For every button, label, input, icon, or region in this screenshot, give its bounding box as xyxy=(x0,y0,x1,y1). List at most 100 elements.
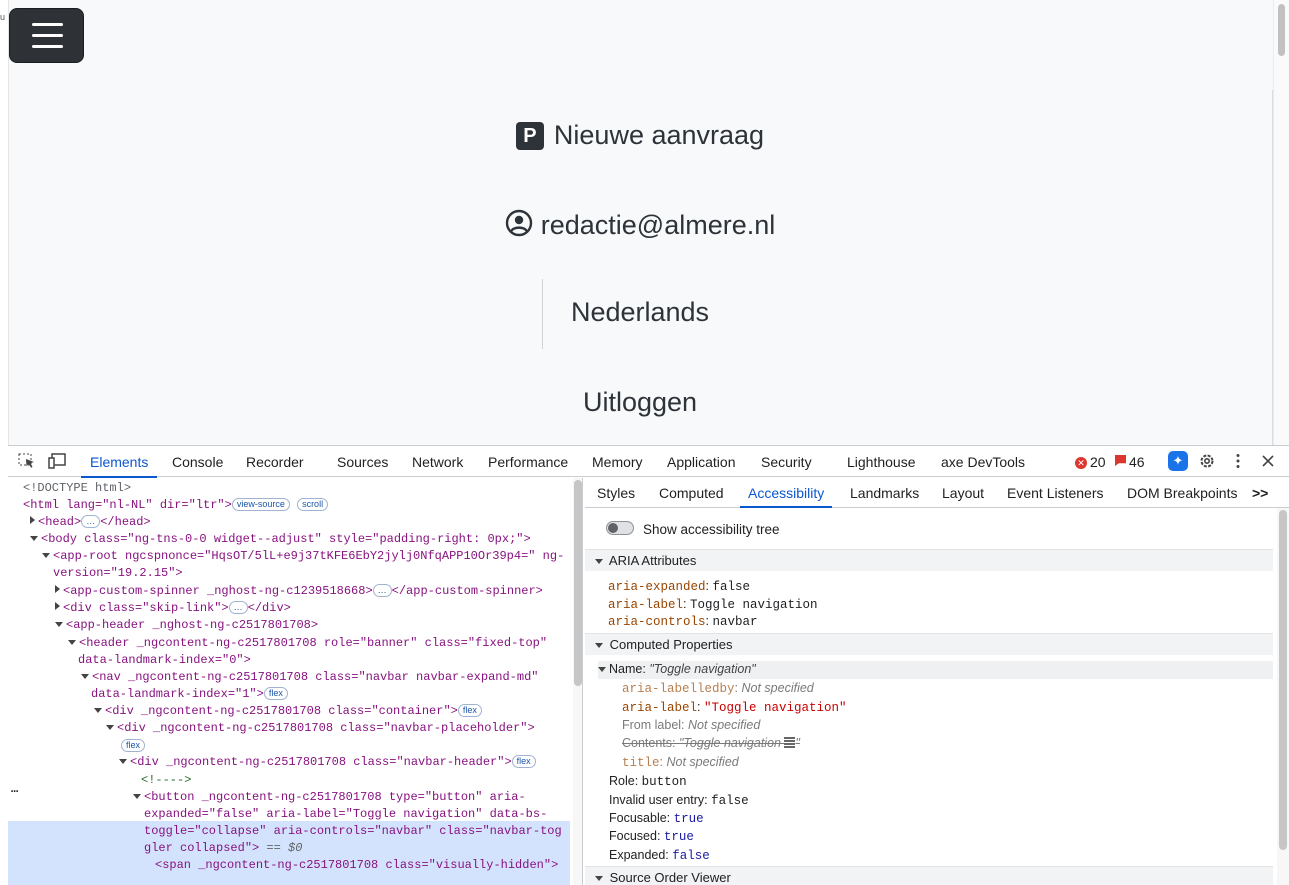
user-email-label: redactie@almere.nl xyxy=(540,210,776,240)
collapse-arrow-icon[interactable] xyxy=(55,622,63,627)
dom-node-navbar-header[interactable]: <div _ngcontent-ng-c2517801708 class="na… xyxy=(119,754,536,771)
flex-pill[interactable]: flex xyxy=(263,687,288,700)
aria-controls-row: aria-controls: navbar xyxy=(608,614,758,629)
source-order-viewer-header[interactable]: Source Order Viewer xyxy=(585,866,1273,885)
collapse-arrow-icon[interactable] xyxy=(42,553,50,558)
settings-gear-icon[interactable] xyxy=(1198,452,1216,468)
scroll-pill[interactable]: scroll xyxy=(297,498,329,511)
tab-axe-devtools[interactable]: axe DevTools xyxy=(941,454,1025,470)
tab-security[interactable]: Security xyxy=(761,454,812,470)
dom-node-button-cont3[interactable]: gler collapsed"> == $0 xyxy=(144,840,302,857)
user-account-link[interactable]: redactie@almere.nl xyxy=(0,209,1280,244)
tab-dom-breakpoints[interactable]: DOM Breakpoints xyxy=(1127,485,1237,501)
dom-node-app-root-cont[interactable]: version="19.2.15"> xyxy=(53,565,183,582)
dom-node-body[interactable]: <body class="ng-tns-0-0 widget--adjust" … xyxy=(30,531,531,548)
tab-console[interactable]: Console xyxy=(172,454,223,470)
computed-properties-header[interactable]: Computed Properties xyxy=(585,633,1273,655)
side-pane-scrollbar-thumb[interactable] xyxy=(1279,510,1287,850)
source-order-viewer-title: Source Order Viewer xyxy=(609,870,731,885)
ellipsis-pill[interactable]: … xyxy=(372,584,392,597)
flex-pill[interactable]: flex xyxy=(121,739,146,752)
page-scrollbar[interactable] xyxy=(1273,0,1289,445)
language-link[interactable]: Nederlands xyxy=(0,297,1280,328)
page-scrollbar-thumb[interactable] xyxy=(1278,4,1285,56)
collapse-arrow-icon[interactable] xyxy=(133,794,141,799)
close-icon[interactable] xyxy=(1259,452,1277,468)
invalid-entry-row: Invalid user entry: false xyxy=(609,793,749,808)
toggle-navigation-button[interactable] xyxy=(9,8,84,63)
elements-scrollbar-thumb[interactable] xyxy=(574,480,582,686)
text-node-icon xyxy=(784,737,796,748)
dom-node-spinner[interactable]: <app-custom-spinner _nghost-ng-c12395186… xyxy=(55,583,543,600)
dom-node-container[interactable]: <div _ngcontent-ng-c2517801708 class="co… xyxy=(94,703,482,720)
tab-recorder[interactable]: Recorder xyxy=(246,454,304,470)
more-tabs-chevron-icon[interactable]: >> xyxy=(1252,485,1268,501)
dom-node-span[interactable]: <span _ngcontent-ng-c2517801708 class="v… xyxy=(155,857,558,874)
flex-pill[interactable]: flex xyxy=(511,755,536,768)
collapse-arrow-icon[interactable] xyxy=(81,674,89,679)
collapse-arrow-icon[interactable] xyxy=(94,708,102,713)
inspect-element-icon[interactable] xyxy=(18,453,36,469)
collapse-arrow-icon[interactable] xyxy=(68,640,76,645)
flex-pill[interactable]: flex xyxy=(457,704,482,717)
tab-styles[interactable]: Styles xyxy=(597,485,635,501)
dom-node-html[interactable]: <html lang="nl-NL" dir="ltr"> view-source… xyxy=(23,497,329,514)
side-pane-scrollbar[interactable] xyxy=(1277,508,1289,885)
dom-node-button-cont1[interactable]: expanded="false" aria-label="Toggle navi… xyxy=(144,806,547,823)
show-accessibility-tree-label: Show accessibility tree xyxy=(643,522,780,537)
dom-node-placeholder[interactable]: <div _ngcontent-ng-c2517801708 class="na… xyxy=(106,720,535,737)
expand-arrow-icon[interactable] xyxy=(30,516,35,524)
dom-node-app-root[interactable]: <app-root ngcspnonce="HqsOT/5lL+e9j37tKF… xyxy=(42,548,564,565)
page-viewport: u P Nieuwe aanvraag redactie@almere.nl Ne… xyxy=(0,0,1289,445)
tab-sources[interactable]: Sources xyxy=(337,454,388,470)
ellipsis-pill[interactable]: … xyxy=(81,515,101,528)
tab-accessibility[interactable]: Accessibility xyxy=(739,485,833,508)
tab-elements[interactable]: Elements xyxy=(80,454,158,478)
tab-event-listeners[interactable]: Event Listeners xyxy=(1007,485,1104,501)
tab-memory[interactable]: Memory xyxy=(592,454,643,470)
collapse-arrow-icon[interactable] xyxy=(30,536,38,541)
tab-lighthouse[interactable]: Lighthouse xyxy=(847,454,916,470)
ellipsis-pill[interactable]: … xyxy=(228,601,248,614)
show-accessibility-tree-toggle[interactable] xyxy=(606,521,634,535)
tab-performance[interactable]: Performance xyxy=(488,454,568,470)
dom-node-nav[interactable]: <nav _ngcontent-ng-c2517801708 class="na… xyxy=(81,669,538,686)
collapse-arrow-icon[interactable] xyxy=(598,667,606,672)
expand-arrow-icon[interactable] xyxy=(55,585,60,593)
dom-node-button-cont2[interactable]: toggle="collapse" aria-controls="navbar"… xyxy=(144,823,562,840)
computed-name-row[interactable]: Name: "Toggle navigation" xyxy=(598,662,756,676)
elements-scrollbar[interactable] xyxy=(573,478,582,885)
dom-node-head[interactable]: <head>… </head> xyxy=(30,514,151,531)
dom-node-doctype[interactable]: <!DOCTYPE html> xyxy=(23,480,131,497)
warning-count: 46 xyxy=(1129,454,1145,470)
more-options-icon[interactable] xyxy=(1229,452,1247,468)
new-request-link[interactable]: P Nieuwe aanvraag xyxy=(0,120,1280,151)
dom-node-header-cont[interactable]: data-landmark-index="0"> xyxy=(78,652,251,669)
dom-node-header[interactable]: <header _ngcontent-ng-c2517801708 role="… xyxy=(68,635,547,652)
tab-landmarks[interactable]: Landmarks xyxy=(850,485,919,501)
dom-node-skip-link[interactable]: <div class="skip-link">… </div> xyxy=(55,600,291,617)
tab-application[interactable]: Application xyxy=(667,454,736,470)
expand-arrow-icon[interactable] xyxy=(55,602,60,610)
tab-computed[interactable]: Computed xyxy=(659,485,724,501)
hamburger-bar xyxy=(32,45,63,48)
view-source-pill[interactable]: view-source xyxy=(231,498,290,511)
aria-attributes-header[interactable]: ARIA Attributes xyxy=(585,549,1273,571)
dom-node-comment[interactable]: <!----> xyxy=(141,772,191,789)
tab-layout[interactable]: Layout xyxy=(942,485,984,501)
error-count-badge[interactable]: ✕ 20 xyxy=(1075,454,1106,470)
ai-assistance-icon[interactable]: ✦ xyxy=(1168,451,1188,471)
dom-node-nav-cont[interactable]: data-landmark-index="1"> flex xyxy=(91,686,288,703)
collapse-arrow-icon[interactable] xyxy=(119,759,127,764)
dom-node-button[interactable]: <button _ngcontent-ng-c2517801708 type="… xyxy=(133,789,526,806)
elements-tree[interactable]: <!DOCTYPE html> <html lang="nl-NL" dir="… xyxy=(8,478,583,885)
name-from-label-row: From label: Not specified xyxy=(622,718,761,732)
collapse-arrow-icon[interactable] xyxy=(106,725,114,730)
tab-network[interactable]: Network xyxy=(412,454,463,470)
warning-count-badge[interactable]: 46 xyxy=(1115,454,1145,470)
row-more-actions-icon[interactable]: … xyxy=(11,781,18,798)
logout-link[interactable]: Uitloggen xyxy=(0,387,1280,418)
dom-node-placeholder-cont[interactable]: flex xyxy=(121,738,146,755)
dom-node-app-header[interactable]: <app-header _nghost-ng-c2517801708> xyxy=(55,617,318,634)
device-toolbar-icon[interactable] xyxy=(48,453,66,469)
